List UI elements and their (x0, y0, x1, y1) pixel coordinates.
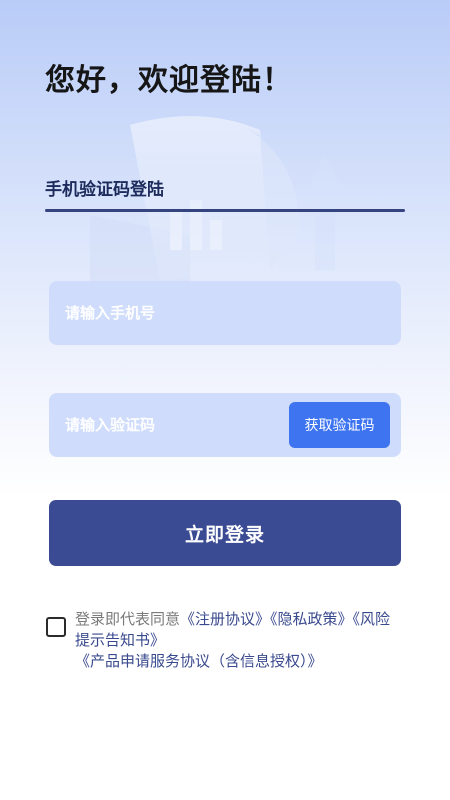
page-title: 您好，欢迎登陆！ (45, 63, 293, 98)
link-privacy-policy[interactable]: 《隐私政策》 (270, 610, 353, 628)
phone-field[interactable] (49, 281, 401, 345)
code-input[interactable] (49, 415, 297, 435)
tab-active-indicator (45, 209, 405, 212)
tab-sms-login[interactable]: 手机验证码登陆 (45, 175, 164, 200)
link-registration-agreement[interactable]: 《注册协议》 (180, 610, 270, 628)
agreement-prefix: 登录即代表同意 (75, 610, 181, 628)
login-button[interactable]: 立即登录 (49, 500, 401, 566)
agreement-text: 登录即代表同意《注册协议》《隐私政策》《风险提示告知书》《产品申请服务协议（含信… (75, 609, 405, 672)
agreement-checkbox[interactable] (46, 617, 66, 637)
get-code-button[interactable]: 获取验证码 (289, 402, 390, 448)
link-product-service-agreement[interactable]: 《产品申请服务协议（含信息授权）》 (75, 652, 323, 670)
phone-input[interactable] (49, 303, 297, 323)
code-field[interactable]: 获取验证码 (49, 393, 401, 457)
